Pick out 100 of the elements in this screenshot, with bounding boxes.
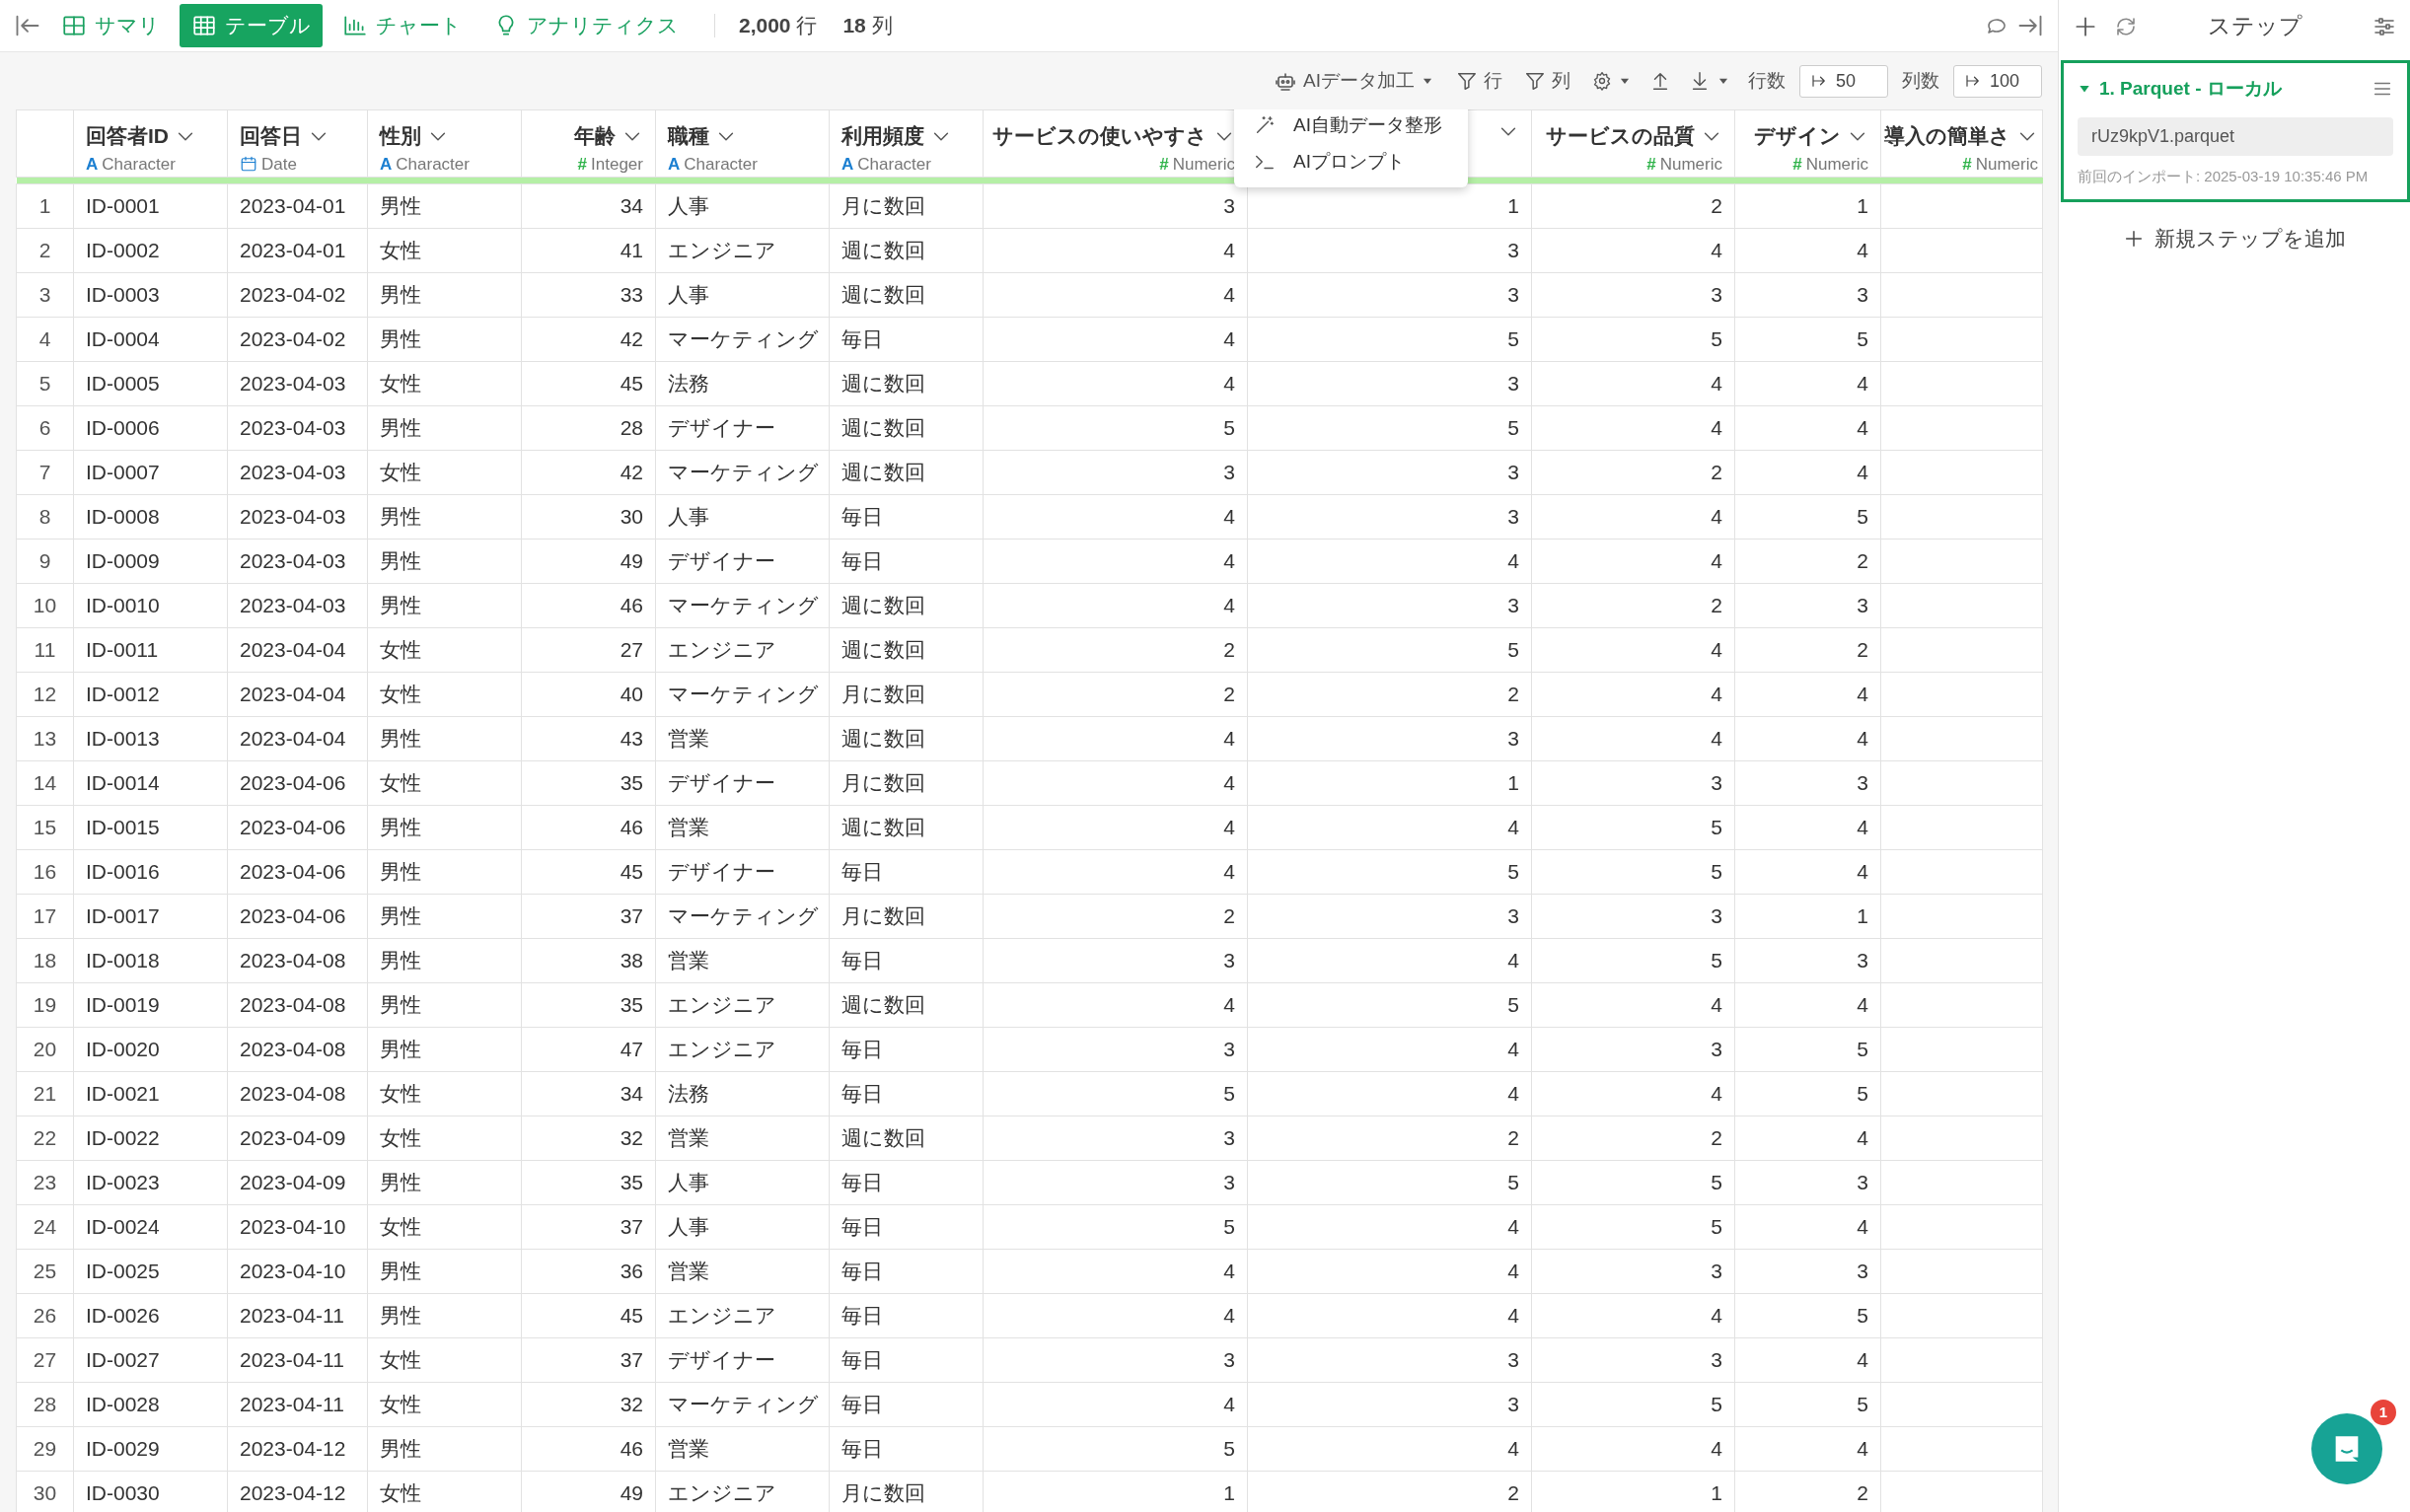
type-icon: # (1962, 151, 1972, 177)
table-cell: 4 (1247, 805, 1532, 850)
filter-button[interactable]: 列 (1520, 64, 1574, 98)
row-number: 23 (16, 1160, 74, 1205)
table-cell: 男性 (367, 1426, 522, 1472)
table-cell: ID-0009 (73, 539, 228, 584)
table-cell: ID-0017 (73, 894, 228, 939)
ai-menu-button[interactable]: AIデータ加工 (1270, 64, 1438, 98)
table-cell: ID-0003 (73, 272, 228, 318)
column-header[interactable]: サービスの品質 (1546, 120, 1695, 152)
type-icon: A (86, 151, 99, 177)
table-cell: 2 (1531, 583, 1735, 628)
table-cell: 35 (521, 982, 656, 1028)
column-header[interactable]: 年齢 (574, 120, 616, 152)
table-cell: 45 (521, 361, 656, 406)
table-cell: 営業 (655, 1116, 830, 1161)
table-cell: 4 (1734, 849, 1881, 895)
column-header[interactable]: 回答者ID (86, 120, 169, 152)
table-cell: 5 (1247, 982, 1532, 1028)
table-cell: 5 (983, 1426, 1248, 1472)
table-cell: 4 (1734, 405, 1881, 451)
number-field[interactable]: 50 (1799, 64, 1888, 98)
table-cell: 3 (1247, 716, 1532, 761)
table-cell: 2023-04-03 (227, 494, 368, 540)
table-cell: 3 (983, 1116, 1248, 1161)
table-cell: 4 (983, 272, 1248, 318)
field-label: 行数 (1748, 68, 1786, 93)
count-label: 18 列 (842, 13, 893, 39)
filter-button[interactable]: 行 (1452, 64, 1506, 98)
table-cell: 4 (1734, 1337, 1881, 1383)
column-header[interactable]: 性別 (380, 120, 421, 152)
table-cell: 毎日 (829, 1249, 984, 1294)
table-cell: 3 (1734, 1249, 1881, 1294)
table-cell: 3 (1247, 494, 1532, 540)
table-cell: 2023-04-08 (227, 1071, 368, 1116)
table-cell: 女性 (367, 760, 522, 806)
add-step-button[interactable]: 新規ステップを追加 (2117, 222, 2352, 255)
table-cell: 5 (1247, 1160, 1532, 1205)
table-cell: 毎日 (829, 1071, 984, 1116)
column-header[interactable]: サービスの使いやすさ (992, 120, 1207, 152)
table-cell: 4 (1247, 1293, 1532, 1338)
table-cell: 男性 (367, 272, 522, 318)
table-cell: マーケティング (655, 450, 830, 495)
row-number: 5 (16, 361, 74, 406)
table-cell: 週に数回 (829, 805, 984, 850)
table-cell: 女性 (367, 228, 522, 273)
table-cell: 2 (1531, 450, 1735, 495)
column-header[interactable]: デザイン (1754, 120, 1841, 152)
table-cell: 2023-04-08 (227, 1027, 368, 1072)
row-number: 16 (16, 849, 74, 895)
table-cell: 営業 (655, 938, 830, 983)
table-cell: 男性 (367, 1293, 522, 1338)
table-cell: 2023-04-01 (227, 228, 368, 273)
table-cell: 男性 (367, 183, 522, 229)
table-cell: デザイナー (655, 1337, 830, 1383)
field-label: 列数 (1902, 68, 1939, 93)
table-cell: 37 (521, 894, 656, 939)
table-cell: 2023-04-09 (227, 1116, 368, 1161)
table-cell: デザイナー (655, 405, 830, 451)
table-cell: ID-0004 (73, 317, 228, 362)
menu-item[interactable]: AIプロンプト (1234, 143, 1468, 180)
table-cell: 毎日 (829, 1160, 984, 1205)
table-cell: 女性 (367, 627, 522, 673)
table-cell: 2 (1247, 1116, 1532, 1161)
row-number: 6 (16, 405, 74, 451)
type-label: Character (684, 153, 758, 176)
step-title: 1. Parquet - ローカル (2099, 77, 2283, 101)
table-cell: エンジニア (655, 627, 830, 673)
number-field[interactable]: 100 (1953, 64, 2042, 98)
type-label: Integer (591, 153, 643, 176)
table-cell: エンジニア (655, 1293, 830, 1338)
step-card[interactable]: 1. Parquet - ローカル rUz9kpV1.parquet 前回のインポート: 2025-03-19 10:35:46 PM (2061, 60, 2410, 202)
table-cell: 2 (1734, 539, 1881, 584)
row-number: 14 (16, 760, 74, 806)
table-cell: 4 (983, 539, 1248, 584)
table-cell: マーケティング (655, 583, 830, 628)
panel-title: ステップ (2207, 12, 2303, 41)
table-cell: 週に数回 (829, 583, 984, 628)
table-cell: 32 (521, 1382, 656, 1427)
table-cell: 27 (521, 627, 656, 673)
table-cell: 2 (1531, 1116, 1735, 1161)
table-cell: 34 (521, 1071, 656, 1116)
table-cell: 4 (1734, 805, 1881, 850)
table-cell: 5 (983, 1204, 1248, 1250)
table-cell: 2023-04-12 (227, 1426, 368, 1472)
column-header[interactable]: 導入の簡単さ (1884, 120, 2010, 152)
table-cell: 4 (1531, 1293, 1735, 1338)
column-header[interactable]: 利用頻度 (841, 120, 924, 152)
table-cell: 4 (1531, 228, 1735, 273)
table-cell: 4 (1247, 1071, 1532, 1116)
count-label: 2,000 行 (739, 13, 818, 39)
column-header[interactable]: 職種 (668, 120, 709, 152)
menu-item[interactable]: AI自動データ整形 (1234, 109, 1468, 144)
row-number: 10 (16, 583, 74, 628)
table-cell: 4 (1734, 1116, 1881, 1161)
table-cell: ID-0001 (73, 183, 228, 229)
table-cell: 4 (1531, 982, 1735, 1028)
column-header[interactable]: 回答日 (240, 120, 302, 152)
table-cell: 人事 (655, 183, 830, 229)
table-cell: ID-0013 (73, 716, 228, 761)
